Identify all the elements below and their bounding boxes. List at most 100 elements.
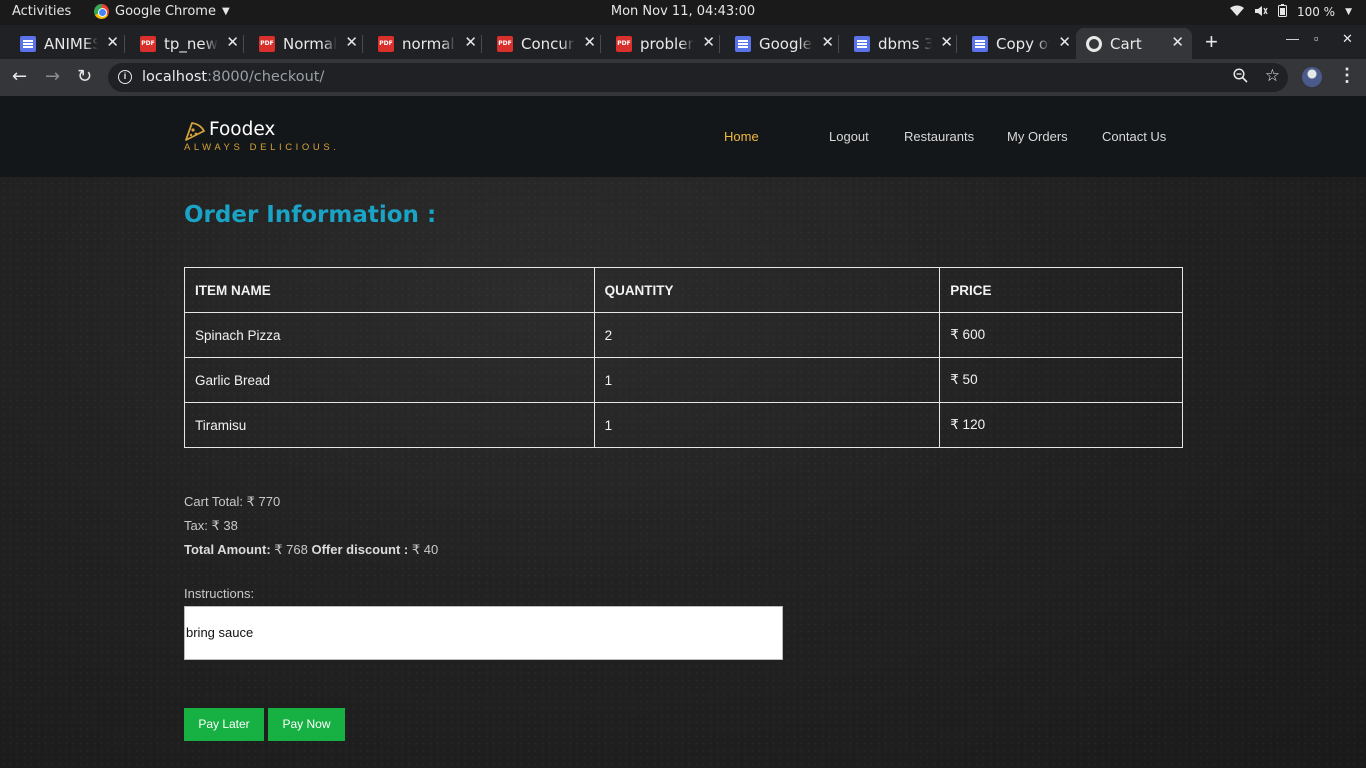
activities-button[interactable]: Activities (12, 4, 71, 19)
tab-title: Normali (283, 34, 337, 53)
cart-total-line: Cart Total: ₹ 770 (184, 494, 281, 509)
tab-title: normali (402, 34, 456, 53)
nav-home[interactable]: Home (724, 129, 759, 144)
tab-strip: ANIMES ✕ PDF tp_new. ✕ PDF Normali ✕ PDF normali ✕… (0, 25, 1366, 59)
table-row: Tiramisu 1 ₹ 120 (184, 402, 1183, 448)
app-menu[interactable]: Google Chrome ▼ (94, 4, 230, 19)
order-summary: Cart Total: ₹ 770 Tax: ₹ 38 Total Amount… (184, 490, 438, 562)
tab-separator (956, 35, 957, 53)
minimize-icon[interactable]: — (1286, 31, 1299, 46)
tab-title: Cart (1110, 34, 1142, 53)
tab-9[interactable]: Cart ✕ (1076, 28, 1192, 59)
tab-5[interactable]: PDF problem ✕ (606, 28, 723, 59)
tab-2[interactable]: PDF Normali ✕ (249, 28, 366, 59)
close-window-icon[interactable]: ✕ (1342, 31, 1353, 47)
tab-6[interactable]: Google ✕ (725, 28, 842, 59)
order-table: ITEM NAME QUANTITY PRICE Spinach Pizza 2… (184, 267, 1183, 448)
pay-later-button[interactable]: Pay Later (184, 708, 264, 741)
tab-title: Copy of (996, 34, 1050, 53)
tax-line: Tax: ₹ 38 (184, 518, 238, 533)
table-row: Spinach Pizza 2 ₹ 600 (184, 312, 1183, 358)
pdf-icon: PDF (259, 35, 275, 52)
site-info-icon[interactable]: i (118, 70, 132, 84)
tab-close-icon[interactable]: ✕ (583, 33, 596, 51)
back-arrow-icon[interactable]: ← (12, 66, 27, 87)
address-bar[interactable]: i localhost:8000/checkout/ ☆ (108, 63, 1288, 92)
document-icon (972, 35, 988, 52)
url-text[interactable]: localhost:8000/checkout/ (142, 69, 324, 85)
system-top-bar: Activities Google Chrome ▼ Mon Nov 11, 0… (0, 0, 1366, 25)
quantity-cell: 1 (593, 402, 941, 448)
tab-close-icon[interactable]: ✕ (106, 33, 119, 51)
nav-restaurants[interactable]: Restaurants (904, 129, 974, 144)
document-icon (735, 35, 751, 52)
zoom-icon[interactable] (1233, 68, 1248, 87)
tab-close-icon[interactable]: ✕ (226, 33, 239, 51)
tab-title: problem (640, 34, 694, 53)
tab-separator (600, 35, 601, 53)
tab-title: Google (759, 34, 812, 53)
tab-3[interactable]: PDF normali ✕ (368, 28, 485, 59)
tab-close-icon[interactable]: ✕ (702, 33, 715, 51)
nav-logout[interactable]: Logout (829, 129, 869, 144)
tab-title: Concurr (521, 34, 575, 53)
total-line: Total Amount: ₹ 768 Offer discount : ₹ 4… (184, 542, 439, 557)
price-cell: ₹ 120 (939, 402, 1183, 448)
browser-toolbar: ← → ↻ i localhost:8000/checkout/ ☆ (0, 59, 1366, 96)
battery-icon (1277, 4, 1287, 20)
profile-avatar[interactable] (1302, 67, 1322, 87)
price-cell: ₹ 50 (939, 357, 1183, 403)
globe-icon (1086, 35, 1102, 52)
total-amount-value: ₹ 768 (274, 542, 308, 557)
nav-contact-us[interactable]: Contact Us (1102, 129, 1166, 144)
pdf-icon: PDF (378, 35, 394, 52)
reload-icon[interactable]: ↻ (77, 66, 92, 87)
tab-close-icon[interactable]: ✕ (821, 33, 834, 51)
brand-name: Foodex (209, 119, 276, 140)
tab-4[interactable]: PDF Concurr ✕ (487, 28, 604, 59)
column-header-quantity: QUANTITY (593, 267, 941, 313)
instructions-label: Instructions: (184, 586, 255, 601)
tab-close-icon[interactable]: ✕ (1058, 33, 1071, 51)
column-header-price: PRICE (939, 267, 1183, 313)
tab-separator (243, 35, 244, 53)
document-icon (20, 35, 36, 52)
page-title: Order Information : (184, 202, 437, 228)
tab-separator (362, 35, 363, 53)
tab-close-icon[interactable]: ✕ (464, 33, 477, 51)
forward-arrow-icon[interactable]: → (45, 66, 60, 87)
system-status-area[interactable]: 100 % ▼ (1229, 4, 1352, 20)
pay-now-button[interactable]: Pay Now (268, 708, 345, 741)
tab-7[interactable]: dbms 3r ✕ (844, 28, 961, 59)
pdf-icon: PDF (616, 35, 632, 52)
tab-title: dbms 3r (878, 34, 932, 53)
site-header: Foodex ALWAYS DELICIOUS. Home Logout Res… (0, 96, 1366, 177)
tab-title: ANIMES (44, 34, 98, 53)
kebab-menu-icon[interactable]: ⋮ (1338, 65, 1356, 86)
tab-8[interactable]: Copy of ✕ (962, 28, 1079, 59)
app-name: Google Chrome (115, 4, 216, 19)
item-name-cell: Garlic Bread (184, 357, 595, 403)
new-tab-button[interactable]: + (1205, 29, 1218, 55)
tab-separator (124, 35, 125, 53)
instructions-input[interactable] (184, 606, 783, 660)
tab-close-icon[interactable]: ✕ (940, 33, 953, 51)
pdf-icon: PDF (497, 35, 513, 52)
tab-close-icon[interactable]: ✕ (345, 33, 358, 51)
price-cell: ₹ 600 (939, 312, 1183, 358)
volume-icon (1254, 5, 1268, 20)
brand-tagline: ALWAYS DELICIOUS. (184, 142, 340, 153)
quantity-cell: 2 (593, 312, 941, 358)
tab-separator (719, 35, 720, 53)
maximize-icon[interactable]: ▫ (1314, 31, 1319, 46)
bookmark-star-icon[interactable]: ☆ (1265, 66, 1280, 86)
wifi-icon (1229, 5, 1244, 20)
nav-my-orders[interactable]: My Orders (1007, 129, 1068, 144)
tab-close-icon[interactable]: ✕ (1171, 33, 1184, 51)
tab-separator (838, 35, 839, 53)
cart-total-value: ₹ 770 (246, 494, 281, 509)
document-icon (854, 35, 870, 52)
item-name-cell: Spinach Pizza (184, 312, 595, 358)
tab-0[interactable]: ANIMES ✕ (10, 28, 127, 59)
tab-1[interactable]: PDF tp_new. ✕ (130, 28, 247, 59)
